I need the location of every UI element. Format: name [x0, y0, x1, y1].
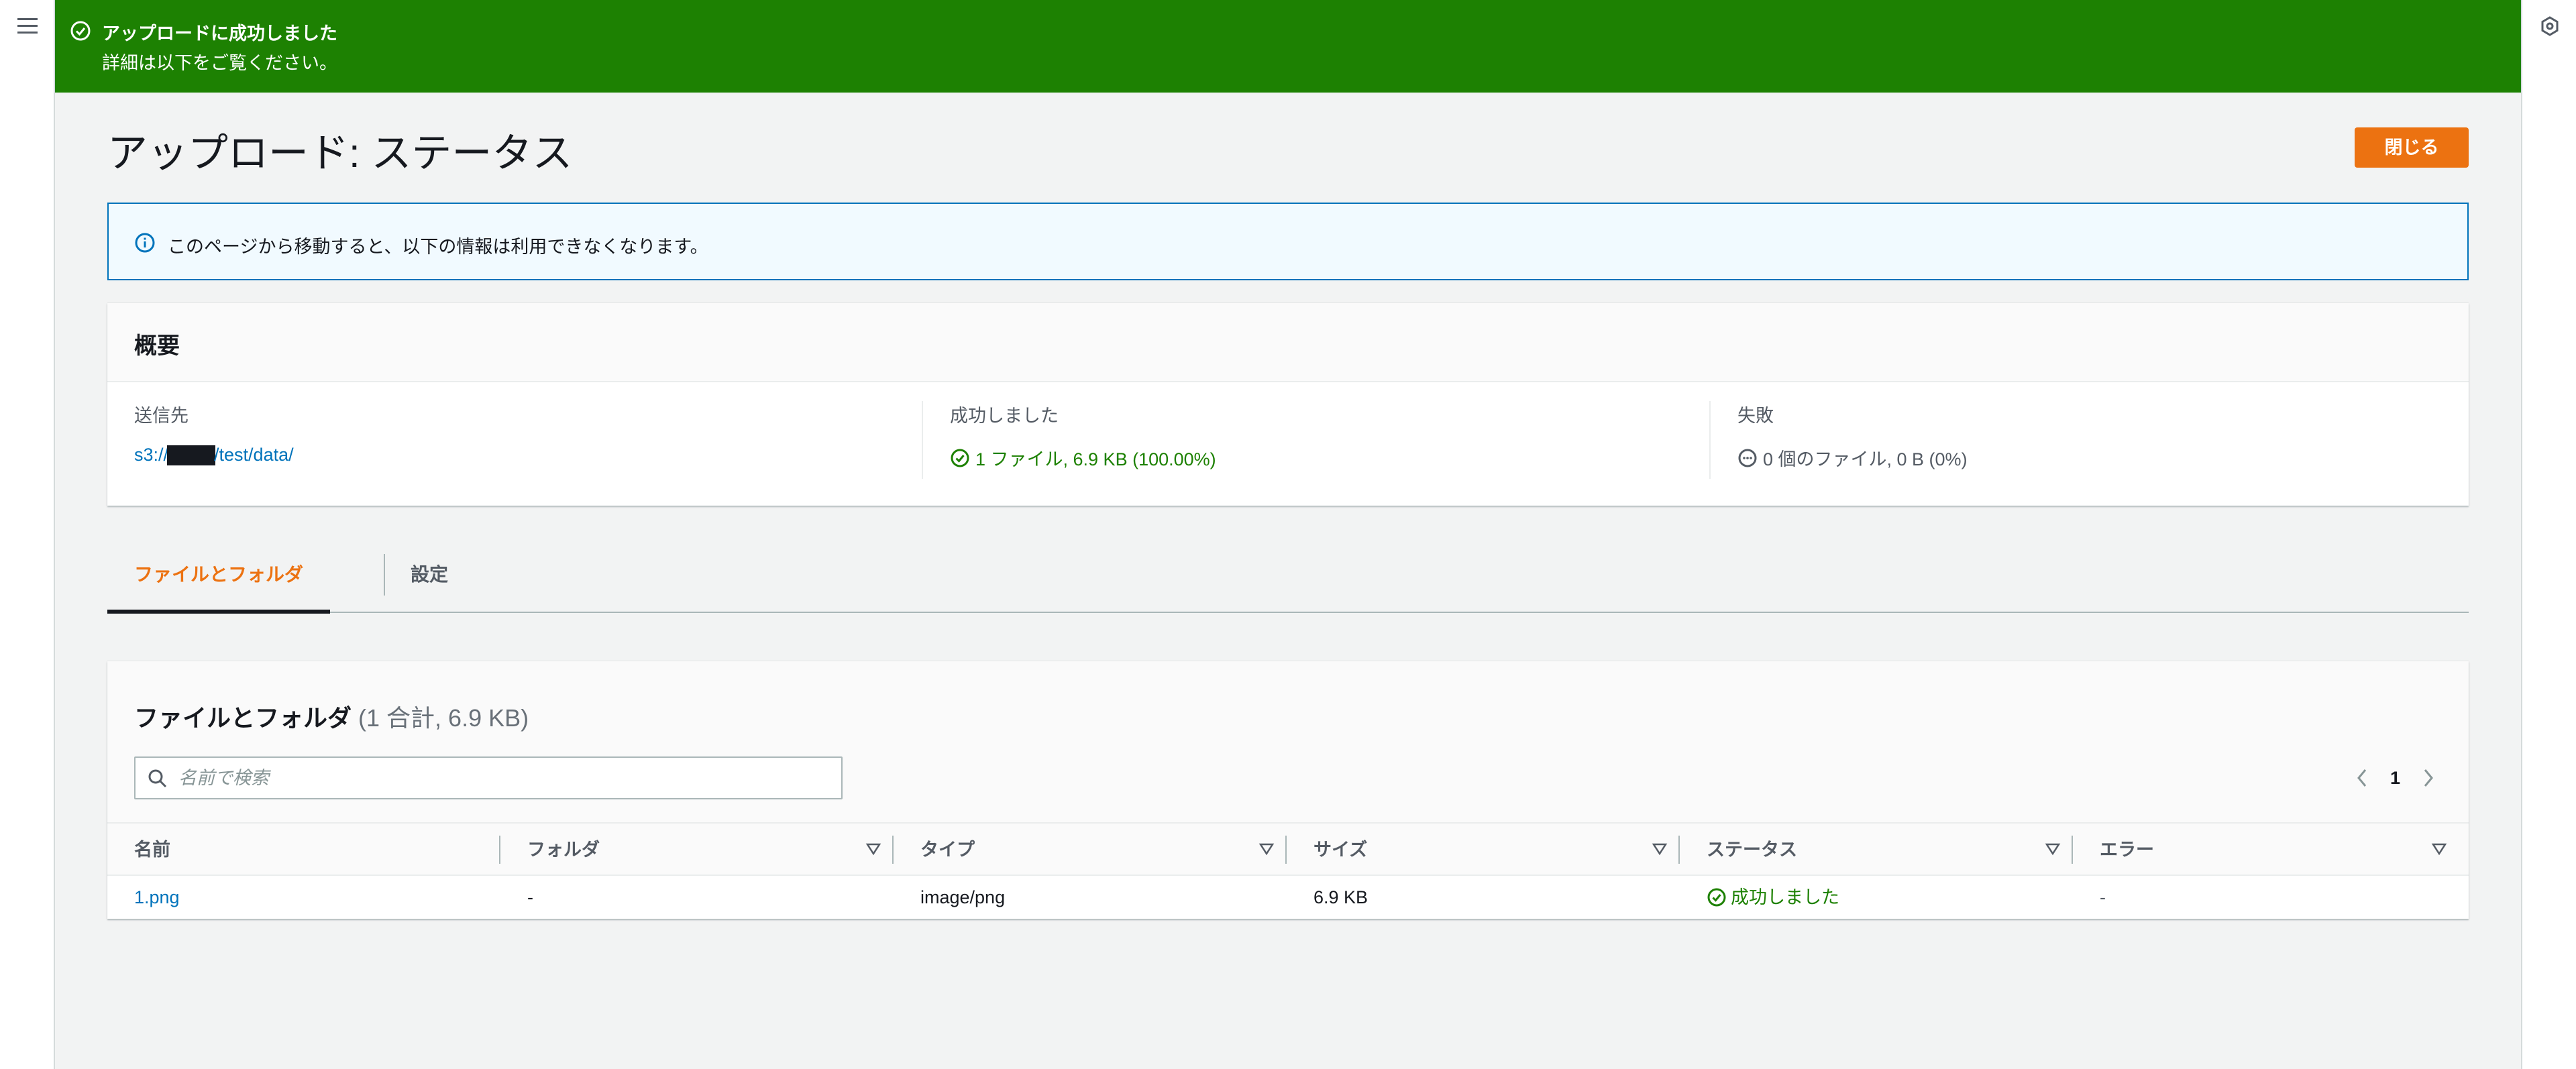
main-content: アップロードに成功しました 詳細は以下をご覧ください。 アップロード: ステータ… [55, 0, 2521, 1069]
file-size: 6.9 KB [1313, 887, 1368, 907]
files-count: (1 合計, 6.9 KB) [358, 704, 529, 732]
destination-label: 送信先 [134, 406, 189, 426]
column-divider[interactable] [2072, 836, 2073, 864]
succeeded-column: 成功しました 1 ファイル, 6.9 KB (100.00%) [922, 401, 1673, 479]
column-folder-label: フォルダ [527, 840, 600, 860]
info-alert: このページから移動すると、以下の情報は利用できなくなります。 [107, 203, 2469, 280]
column-name-label: 名前 [134, 840, 170, 860]
files-heading-text: ファイルとフォルダ [134, 704, 352, 732]
file-error: - [2100, 887, 2106, 907]
success-check-icon [1707, 888, 1726, 907]
hamburger-menu-icon[interactable] [17, 17, 38, 35]
sort-caret-icon [2431, 843, 2447, 856]
table-header-row: 名前 フォルダ タイプ サイズ ステータス エラー [107, 822, 2469, 876]
tab-files-and-folders[interactable]: ファイルとフォルダ [107, 537, 331, 614]
destination-suffix: /test/data/ [214, 445, 294, 465]
sort-caret-icon [1652, 843, 1668, 856]
ellipsis-circle-icon [1738, 449, 1757, 467]
column-header-size[interactable]: サイズ [1313, 824, 1680, 876]
files-heading: ファイルとフォルダ (1 合計, 6.9 KB) [134, 699, 529, 734]
summary-panel: 概要 送信先 s3:// /test/data/ 成功しました 1 ファイル, 6… [107, 303, 2469, 506]
column-header-status[interactable]: ステータス [1707, 824, 2073, 876]
success-flash-banner: アップロードに成功しました 詳細は以下をご覧ください。 [55, 0, 2521, 93]
failed-column: 失敗 0 個のファイル, 0 B (0%) [1709, 401, 2454, 479]
failed-value-row: 0 個のファイル, 0 B (0%) [1737, 445, 2454, 471]
failed-value: 0 個のファイル, 0 B (0%) [1763, 449, 1968, 469]
file-status: 成功しました [1707, 876, 1839, 919]
sort-caret-icon [1258, 843, 1275, 856]
sort-caret-icon [865, 843, 881, 856]
succeeded-value: 1 ファイル, 6.9 KB (100.00%) [975, 449, 1216, 469]
column-type-label: タイプ [920, 840, 975, 860]
chevron-right-icon[interactable] [2415, 762, 2442, 794]
files-table-panel: ファイルとフォルダ (1 合計, 6.9 KB) 1 名前 フォルダ [107, 661, 2469, 919]
success-check-icon [951, 449, 969, 467]
summary-header: 概要 [107, 303, 2469, 382]
tab-bar: ファイルとフォルダ 設定 [107, 537, 2469, 614]
hexagon-tools-icon[interactable] [2540, 16, 2560, 36]
column-size-label: サイズ [1313, 840, 1368, 860]
table-row: 1.png - image/png 6.9 KB 成功しました - [107, 876, 2469, 919]
success-circle-check-icon [70, 20, 91, 42]
file-name-link[interactable]: 1.png [134, 876, 180, 919]
redacted-bucket-name [167, 445, 216, 465]
column-error-label: エラー [2100, 840, 2154, 860]
left-navigation-rail [0, 0, 55, 1069]
chevron-left-icon[interactable] [2349, 762, 2375, 794]
column-header-folder[interactable]: フォルダ [527, 824, 894, 876]
succeeded-value-row: 1 ファイル, 6.9 KB (100.00%) [950, 445, 1673, 471]
summary-heading: 概要 [134, 333, 180, 359]
column-header-type[interactable]: タイプ [920, 824, 1287, 876]
search-input[interactable] [178, 763, 829, 793]
column-header-error[interactable]: エラー [2100, 824, 2459, 876]
column-header-name[interactable]: 名前 [134, 824, 170, 876]
column-status-label: ステータス [1707, 840, 1797, 860]
flash-message: 詳細は以下をご覧ください。 [102, 53, 337, 73]
column-divider[interactable] [1285, 836, 1287, 864]
column-divider[interactable] [1678, 836, 1680, 864]
file-type: image/png [920, 887, 1006, 907]
search-box [134, 756, 843, 799]
succeeded-label: 成功しました [950, 406, 1059, 426]
info-circle-icon [134, 232, 156, 254]
close-button[interactable]: 閉じる [2355, 127, 2469, 168]
destination-column: 送信先 s3:// /test/data/ [134, 401, 885, 479]
files-table-header: ファイルとフォルダ (1 合計, 6.9 KB) 1 [107, 661, 2469, 822]
file-status-text: 成功しました [1731, 887, 1839, 907]
file-folder: - [527, 887, 533, 907]
tab-settings[interactable]: 設定 [384, 537, 475, 613]
failed-label: 失敗 [1737, 406, 1774, 426]
column-divider[interactable] [892, 836, 894, 864]
destination-link[interactable]: s3:// /test/data/ [134, 445, 885, 465]
magnifier-icon [148, 769, 167, 788]
info-text: このページから移動すると、以下の情報は利用できなくなります。 [168, 237, 708, 257]
sort-caret-icon [2045, 843, 2061, 856]
page-title: アップロード: ステータス [107, 131, 573, 176]
right-tools-rail [2521, 0, 2576, 1069]
pagination: 1 [2349, 762, 2442, 794]
current-page[interactable]: 1 [2375, 768, 2415, 789]
column-divider[interactable] [499, 836, 500, 864]
destination-prefix: s3:// [134, 445, 169, 465]
flash-title: アップロードに成功しました [102, 23, 337, 44]
